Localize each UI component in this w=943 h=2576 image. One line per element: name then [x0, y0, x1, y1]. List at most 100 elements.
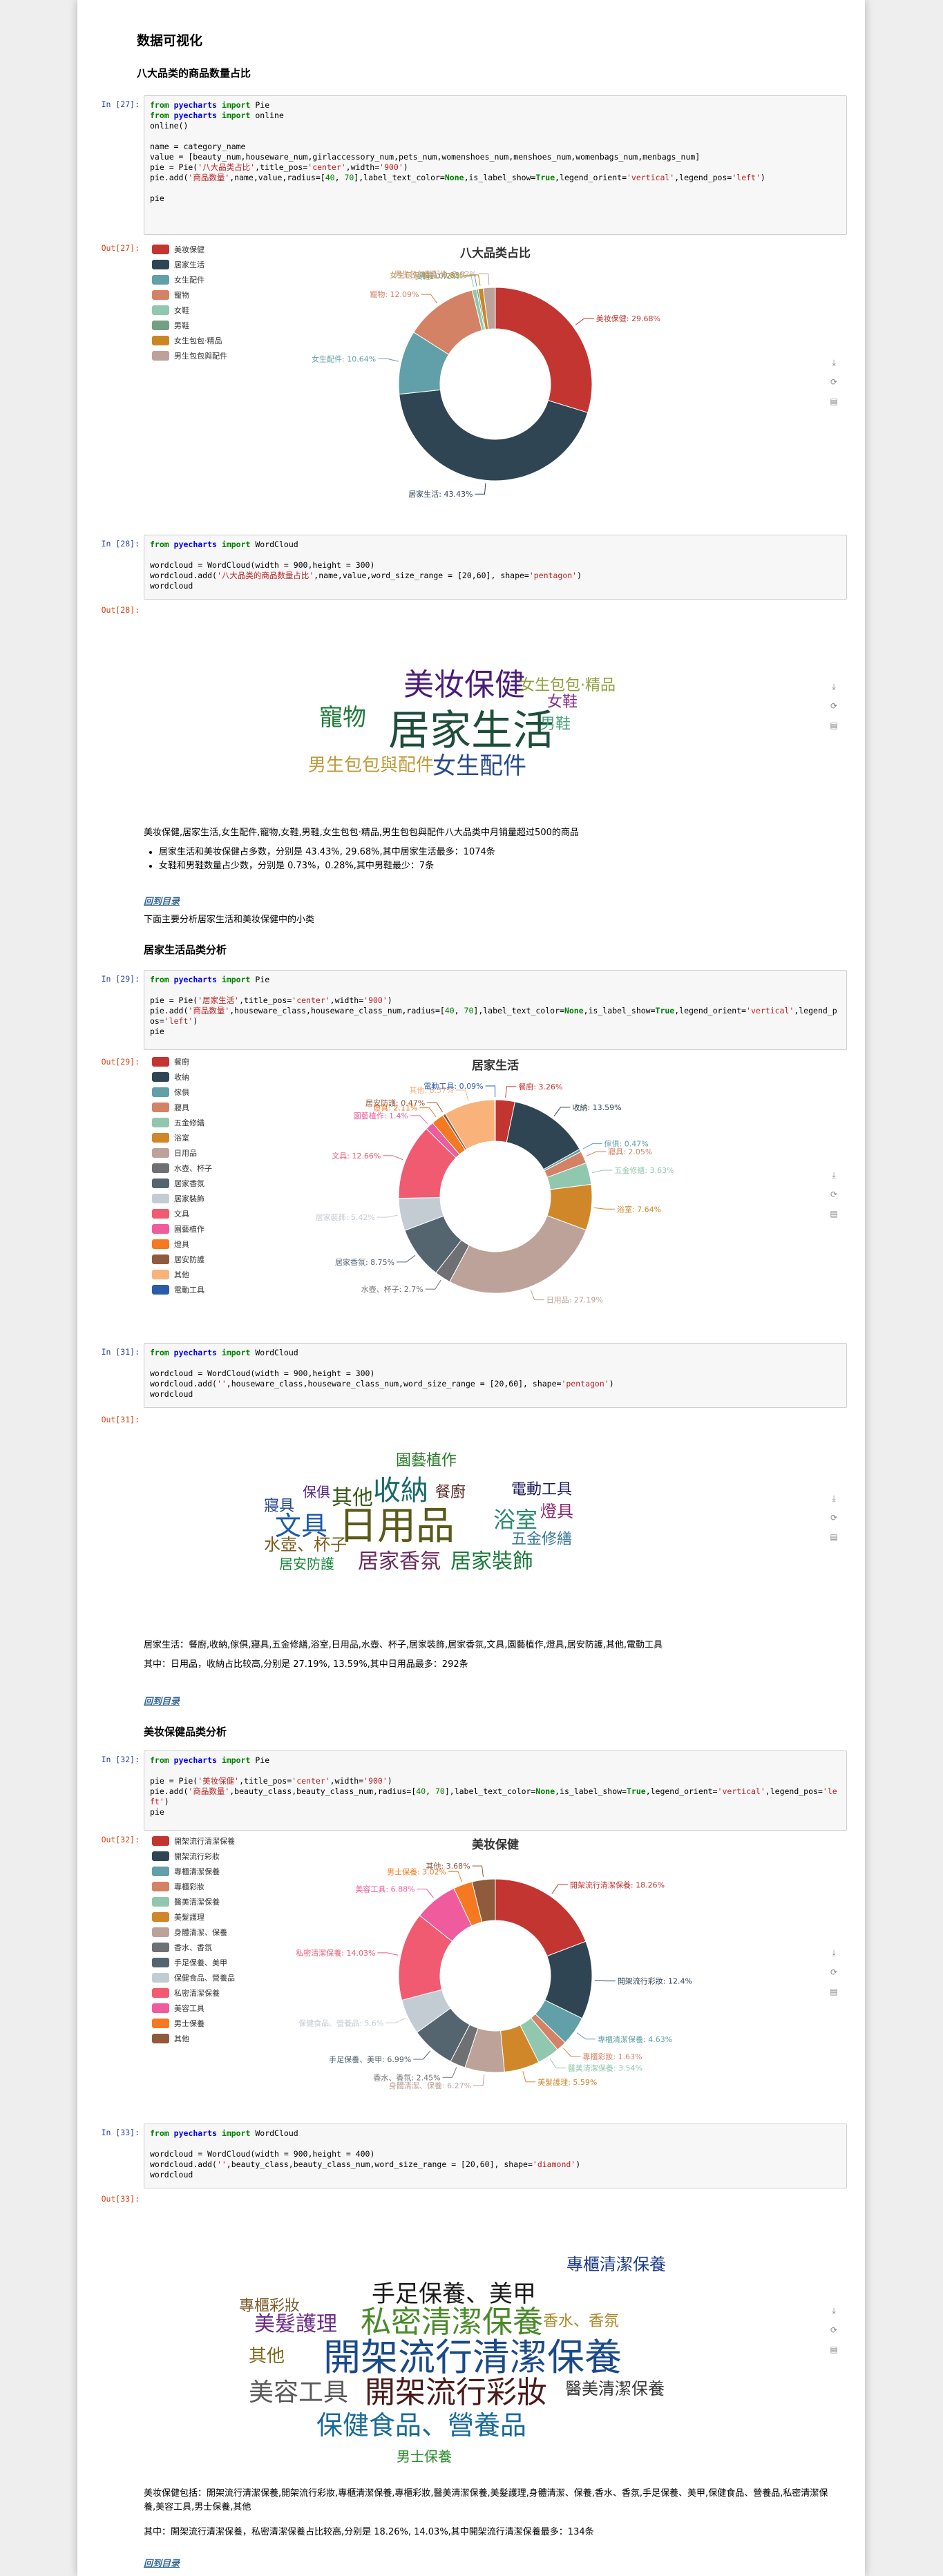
save-icon[interactable]: ⤓ — [828, 2305, 840, 2317]
input-prompt: In [31]: — [101, 1347, 140, 1357]
legend-swatch — [152, 1194, 169, 1203]
label-line — [417, 1889, 434, 1898]
refresh-icon[interactable]: ⟳ — [828, 2324, 840, 2336]
save-icon[interactable]: ⤓ — [828, 1947, 840, 1959]
legend-item[interactable]: 寢具 — [152, 1103, 189, 1112]
legend-item[interactable]: 文具 — [152, 1209, 189, 1219]
legend-swatch — [152, 321, 169, 330]
data-view-icon[interactable]: ▤ — [828, 1208, 840, 1220]
code-cell[interactable]: from pyecharts import Pie pie = Pie('美妆保… — [144, 1750, 847, 1831]
refresh-icon[interactable]: ⟳ — [828, 1188, 840, 1201]
refresh-icon[interactable]: ⟳ — [828, 1966, 840, 1978]
code-cell[interactable]: from pyecharts import WordCloud wordclou… — [144, 1343, 847, 1408]
slice-label: 美妆保健: 29.68% — [596, 314, 660, 323]
save-icon[interactable]: ⤓ — [828, 680, 840, 693]
refresh-icon[interactable]: ⟳ — [828, 376, 840, 388]
label-line — [413, 2050, 431, 2060]
legend-item[interactable]: 開架流行彩妝 — [152, 1851, 220, 1861]
wordcloud-word: 餐廚 — [435, 1484, 466, 1501]
save-icon[interactable]: ⤓ — [828, 1492, 840, 1505]
legend-item[interactable]: 保健食品、營養品 — [152, 1973, 235, 1983]
pie-slice[interactable] — [449, 1215, 587, 1294]
chart-toolbox: ⤓ ⟳ ▤ — [828, 1169, 843, 1227]
wordcloud-word: 醫美清潔保養 — [565, 2379, 665, 2398]
legend-swatch — [152, 1209, 169, 1219]
legend-item[interactable]: 電動工具 — [152, 1285, 204, 1295]
legend-item[interactable]: 香水、香氛 — [152, 1943, 212, 1952]
legend-item[interactable]: 其他 — [152, 2034, 189, 2043]
code-cell[interactable]: from pyecharts import Pie pie = Pie('居家生… — [144, 970, 847, 1050]
legend-item[interactable]: 居家香氛 — [152, 1179, 204, 1188]
wordcloud-word: 專櫃清潔保養 — [566, 2255, 666, 2274]
bullet-text: 居家生活和美妆保健占多数，分别是 43.43%, 29.68%,其中居家生活最多… — [159, 847, 495, 857]
legend-item[interactable]: 居安防護 — [152, 1254, 204, 1264]
legend-item[interactable]: 專櫃彩妝 — [152, 1882, 204, 1891]
legend-item[interactable]: 女生包包·精品 — [152, 336, 222, 345]
legend-item[interactable]: 五金修繕 — [152, 1118, 204, 1127]
legend-label: 開架流行清潔保養 — [174, 1836, 235, 1846]
legend-item[interactable]: 居家裝飾 — [152, 1194, 204, 1203]
back-to-toc-link[interactable]: 回到目录 — [144, 894, 180, 907]
legend-swatch — [152, 2019, 169, 2028]
legend-swatch — [152, 1912, 169, 1922]
back-to-toc-link[interactable]: 回到目录 — [144, 2556, 180, 2569]
legend-item[interactable]: 園藝植作 — [152, 1224, 204, 1234]
legend-label: 女生配件 — [174, 275, 204, 285]
legend-item[interactable]: 男生包包與配件 — [152, 351, 227, 361]
slice-label: 餐廚: 3.26% — [518, 1082, 562, 1091]
code-cell[interactable]: from pyecharts import WordCloud wordclou… — [144, 2124, 847, 2188]
legend-item[interactable]: 收納 — [152, 1072, 189, 1082]
refresh-icon[interactable]: ⟳ — [828, 700, 840, 712]
legend-swatch — [152, 1836, 169, 1846]
data-view-icon[interactable]: ▤ — [828, 395, 840, 408]
legend-item[interactable]: 其他 — [152, 1270, 189, 1279]
legend-item[interactable]: 女生配件 — [152, 275, 204, 285]
legend-item[interactable]: 私密清潔保養 — [152, 1988, 220, 1998]
legend-item[interactable]: 男士保養 — [152, 2019, 204, 2028]
legend-item[interactable]: 餐廚 — [152, 1057, 189, 1067]
notebook-page: 数据可视化 八大品类的商品数量占比 In [27]: from pyechart… — [77, 0, 865, 2576]
save-icon[interactable]: ⤓ — [828, 356, 840, 369]
save-icon[interactable]: ⤓ — [828, 1169, 840, 1181]
label-line — [378, 358, 399, 362]
legend-item[interactable]: 美髮護理 — [152, 1912, 204, 1922]
legend-item[interactable]: 女鞋 — [152, 305, 189, 315]
legend-item[interactable]: 身體清潔、保養 — [152, 1927, 227, 1937]
chart-toolbox: ⤓ ⟳ ▤ — [828, 356, 843, 414]
data-view-icon[interactable]: ▤ — [828, 1531, 840, 1543]
legend-label: 美容工具 — [174, 2003, 204, 2013]
pie-slice[interactable] — [495, 287, 593, 413]
legend-item[interactable]: 寵物 — [152, 290, 189, 300]
legend-item[interactable]: 美容工具 — [152, 2003, 204, 2013]
legend-item[interactable]: 傢俱 — [152, 1087, 189, 1097]
legend-item[interactable]: 燈具 — [152, 1239, 189, 1249]
legend-label: 寢具 — [174, 1103, 189, 1112]
data-view-icon[interactable]: ▤ — [828, 719, 840, 732]
label-line — [427, 1102, 444, 1113]
code-line: from pyecharts import online — [150, 111, 284, 120]
legend-swatch — [152, 1851, 169, 1861]
back-to-toc-link[interactable]: 回到目录 — [144, 1694, 180, 1707]
label-line — [383, 1155, 403, 1161]
legend-item[interactable]: 專櫃清潔保養 — [152, 1867, 220, 1876]
legend-item[interactable]: 男鞋 — [152, 321, 189, 330]
legend-item[interactable]: 浴室 — [152, 1133, 189, 1143]
code-cell[interactable]: from pyecharts import Pie from pyecharts … — [144, 95, 847, 235]
legend-swatch — [152, 1133, 169, 1143]
data-view-icon[interactable]: ▤ — [828, 1985, 840, 1998]
legend-label: 手足保養、美甲 — [174, 1958, 227, 1967]
data-view-icon[interactable]: ▤ — [828, 2343, 840, 2356]
legend-item[interactable]: 開架流行清潔保養 — [152, 1836, 235, 1846]
code-cell[interactable]: from pyecharts import WordCloud wordclou… — [144, 535, 847, 600]
pie-slice[interactable] — [495, 1878, 587, 1957]
legend-item[interactable]: 美妆保健 — [152, 245, 204, 254]
legend-item[interactable]: 醫美清潔保養 — [152, 1897, 220, 1907]
legend-item[interactable]: 手足保養、美甲 — [152, 1958, 227, 1967]
legend-item[interactable]: 日用品 — [152, 1148, 197, 1158]
legend-item[interactable]: 居家生活 — [152, 260, 204, 269]
legend-item[interactable]: 水壺、杯子 — [152, 1163, 212, 1173]
bullet-text: 女鞋和男鞋数量占少数，分别是 0.73%，0.28%,其中男鞋最少：7条 — [159, 861, 435, 871]
refresh-icon[interactable]: ⟳ — [828, 1511, 840, 1524]
wordcloud-word: 水壺、杯子 — [264, 1535, 347, 1554]
